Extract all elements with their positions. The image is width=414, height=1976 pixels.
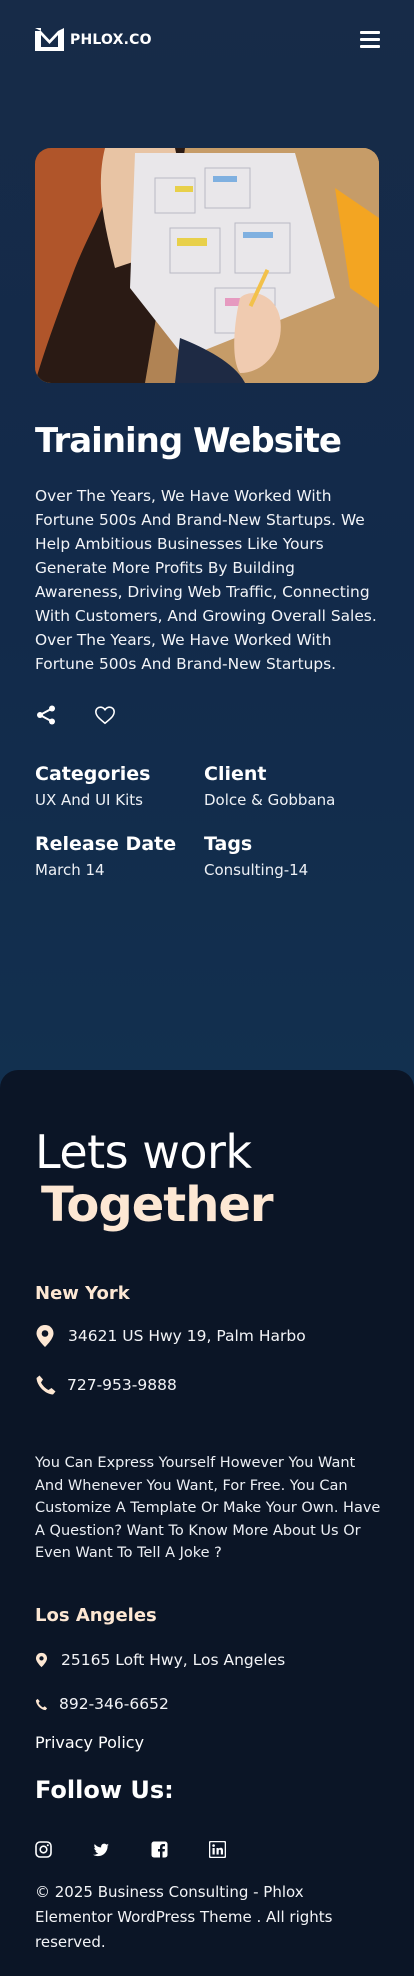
meta-tags: Tags Consulting-14 — [204, 833, 364, 879]
office2-address: 25165 Loft Hwy, Los Angeles — [61, 1651, 286, 1669]
copyright-text: © 2025 Business Consulting - Phlox Eleme… — [35, 1883, 333, 1951]
privacy-policy-link[interactable]: Privacy Policy — [35, 1733, 144, 1752]
hamburger-menu-icon[interactable] — [360, 29, 380, 49]
office1-address-row: 34621 US Hwy 19, Palm Harbo — [35, 1325, 306, 1347]
project-actions — [35, 704, 116, 726]
meta-categories-label: Categories — [35, 763, 151, 785]
phone-icon — [35, 1374, 57, 1396]
logo-text: PHLOX.CO — [70, 31, 152, 48]
location-pin-icon — [35, 1325, 57, 1347]
meta-client-value: Dolce & Gobbana — [204, 791, 336, 809]
location-pin-icon — [35, 1649, 49, 1671]
linkedin-icon[interactable] — [209, 1841, 226, 1858]
office1-address: 34621 US Hwy 19, Palm Harbo — [68, 1327, 306, 1345]
heart-icon[interactable] — [94, 704, 116, 726]
office2-phone-row: 892-346-6652 — [35, 1693, 169, 1715]
meta-categories-value: UX And UI Kits — [35, 791, 143, 809]
site-logo[interactable]: PHLOX.CO — [35, 28, 152, 51]
phone-icon — [35, 1693, 49, 1715]
office2-address-row: 25165 Loft Hwy, Los Angeles — [35, 1649, 285, 1671]
office-city-new-york: New York — [35, 1283, 130, 1304]
twitter-icon[interactable] — [93, 1841, 110, 1858]
follow-us-heading: Follow Us: — [35, 1776, 174, 1804]
project-hero-image — [35, 148, 379, 383]
office1-phone-row: 727-953-9888 — [35, 1374, 177, 1396]
site-header: PHLOX.CO — [35, 26, 380, 56]
office-city-los-angeles: Los Angeles — [35, 1605, 157, 1626]
meta-release-label: Release Date — [35, 833, 177, 855]
meta-release-date: Release Date March 14 — [35, 833, 195, 879]
footer-heading-line2: Together — [41, 1177, 274, 1233]
meta-categories: Categories UX And UI Kits — [35, 763, 195, 809]
meta-tags-value: Consulting-14 — [204, 861, 309, 879]
hero-photo — [35, 148, 379, 383]
project-description: Over The Years, We Have Worked With Fort… — [35, 487, 377, 673]
meta-client-label: Client — [204, 763, 267, 785]
office2-phone[interactable]: 892-346-6652 — [59, 1695, 169, 1713]
meta-client: Client Dolce & Gobbana — [204, 763, 364, 809]
meta-tags-label: Tags — [204, 833, 253, 855]
facebook-icon[interactable] — [151, 1841, 168, 1858]
meta-release-value: March 14 — [35, 861, 105, 879]
instagram-icon[interactable] — [35, 1841, 52, 1858]
footer-blurb: You Can Express Yourself However You Wan… — [35, 1455, 381, 1561]
office1-phone[interactable]: 727-953-9888 — [67, 1376, 177, 1394]
social-links — [35, 1841, 226, 1858]
phlox-logo-icon — [35, 28, 64, 51]
share-icon[interactable] — [35, 704, 57, 726]
project-title: Training Website — [35, 421, 342, 461]
footer-heading-line1: Lets work — [35, 1125, 252, 1179]
